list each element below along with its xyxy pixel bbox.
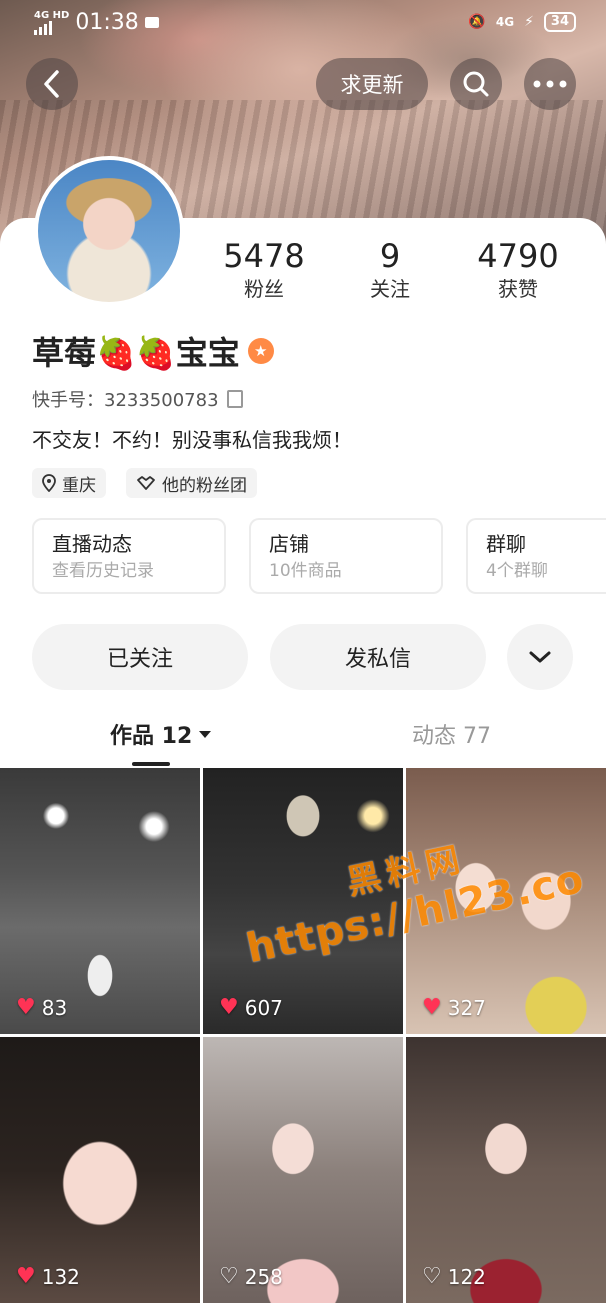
video-likes-count: 258 <box>244 1265 283 1289</box>
live-history-title: 直播动态 <box>52 532 132 556</box>
profile-name: 草莓🍓🍓宝宝 <box>32 334 240 372</box>
likes-count: 4790 <box>477 237 559 275</box>
stat-likes[interactable]: 4790 获赞 <box>453 236 583 302</box>
kuaishou-id-label: 快手号： <box>32 390 104 411</box>
stat-followers[interactable]: 5478 粉丝 <box>199 236 329 302</box>
live-history-card[interactable]: 直播动态 查看历史记录 <box>32 518 226 594</box>
content-tabs: 作品 12 动态 77 <box>0 716 606 756</box>
live-history-subtitle: 查看历史记录 <box>52 561 154 581</box>
avatar[interactable] <box>34 156 184 306</box>
fan-group-text: 他的粉丝团 <box>162 475 247 496</box>
back-button[interactable] <box>26 58 78 110</box>
likes-label: 获赞 <box>498 277 538 301</box>
heart-icon: ♥ <box>16 1264 36 1289</box>
active-tab-indicator <box>132 762 170 766</box>
heart-icon: ♥ <box>219 995 239 1020</box>
more-button[interactable] <box>524 58 576 110</box>
search-icon <box>463 71 489 97</box>
location-tag[interactable]: 重庆 <box>32 468 106 498</box>
group-chat-subtitle: 4个群聊 <box>486 561 548 581</box>
verified-star-icon[interactable]: ★ <box>247 338 274 364</box>
tab-works-label: 作品 12 <box>110 724 193 749</box>
send-message-button[interactable]: 发私信 <box>270 624 486 690</box>
shop-card[interactable]: 店铺 10件商品 <box>249 518 443 594</box>
heart-icon: ♥ <box>422 995 442 1020</box>
video-thumbnail[interactable]: ♥ 83 <box>0 768 200 1034</box>
kuaishou-id-row: 快手号：3233500783 <box>32 386 243 412</box>
video-likes-count: 132 <box>41 1265 80 1289</box>
video-likes-count: 327 <box>447 996 486 1020</box>
shop-subtitle: 10件商品 <box>269 561 342 581</box>
kuaishou-id: 3233500783 <box>104 390 219 411</box>
following-count: 9 <box>379 237 401 275</box>
video-thumbnail[interactable]: ♡ 122 <box>406 1037 606 1303</box>
video-likes-count: 122 <box>447 1265 486 1289</box>
search-button[interactable] <box>450 58 502 110</box>
chevron-down-icon <box>529 651 551 663</box>
followers-label: 粉丝 <box>244 277 284 301</box>
following-label: 关注 <box>370 277 410 301</box>
network-type: 4G HD <box>34 9 70 21</box>
video-likes: ♡ 122 <box>422 1265 486 1289</box>
tab-moments[interactable]: 动态 77 <box>412 718 491 750</box>
fan-group-tag[interactable]: 他的粉丝团 <box>126 468 257 498</box>
location-text: 重庆 <box>62 475 96 496</box>
heart-outline-icon: ♡ <box>219 1264 239 1289</box>
video-likes: ♥ 132 <box>16 1265 80 1289</box>
heart-icon: ♥ <box>16 995 36 1020</box>
video-thumbnail[interactable]: ♡ 258 <box>203 1037 403 1303</box>
expand-button[interactable] <box>507 624 573 690</box>
shop-title: 店铺 <box>269 532 309 556</box>
video-likes-count: 83 <box>41 996 68 1020</box>
video-likes: ♥ 83 <box>16 996 67 1020</box>
video-likes: ♥ 327 <box>422 996 486 1020</box>
more-dots-icon <box>533 80 567 88</box>
profile-bio: 不交友！不约！别没事私信我我烦！ <box>32 428 352 452</box>
charging-icon: ⚡ <box>524 14 534 30</box>
video-record-icon <box>144 17 159 28</box>
stat-following[interactable]: 9 关注 <box>325 236 455 302</box>
group-chat-card[interactable]: 群聊 4个群聊 <box>466 518 606 594</box>
video-thumbnail[interactable]: ♥ 132 <box>0 1037 200 1303</box>
copy-icon[interactable] <box>226 390 243 408</box>
group-chat-title: 群聊 <box>486 532 526 556</box>
caret-down-icon <box>199 731 212 738</box>
followers-count: 5478 <box>223 237 305 275</box>
signal-icon: 4G HD <box>34 9 70 35</box>
clock: 01:38 <box>75 10 139 35</box>
mute-icon: 🔕 <box>468 14 486 30</box>
network-4g: 4G <box>495 15 515 29</box>
tab-works[interactable]: 作品 12 <box>110 718 212 750</box>
name-row: 草莓🍓🍓宝宝 ★ <box>32 328 274 374</box>
back-arrow-icon <box>44 70 59 98</box>
location-pin-icon <box>42 474 56 492</box>
status-bar: 4G HD 01:38 🔕 4G ⚡ 34 <box>0 0 606 48</box>
heart-outline-icon: ♡ <box>422 1264 442 1289</box>
video-likes: ♡ 258 <box>219 1265 283 1289</box>
followed-button[interactable]: 已关注 <box>32 624 248 690</box>
request-update-button[interactable]: 求更新 <box>316 58 428 110</box>
fan-group-icon <box>137 476 155 490</box>
battery-level: 34 <box>543 12 576 32</box>
